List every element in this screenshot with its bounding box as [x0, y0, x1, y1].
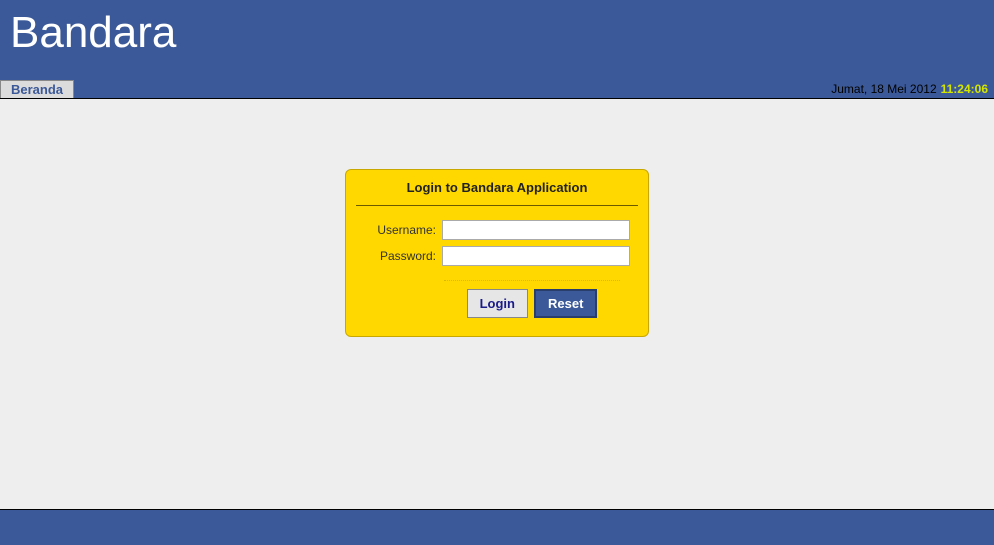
password-input[interactable]: [442, 246, 630, 266]
password-label: Password:: [364, 249, 442, 263]
username-label: Username:: [364, 223, 442, 237]
username-input[interactable]: [442, 220, 630, 240]
time-text: 11:24:06: [941, 82, 988, 96]
navbar: Beranda Jumat, 18 Mei 2012 11:24:06: [0, 80, 994, 99]
datetime-display: Jumat, 18 Mei 2012 11:24:06: [825, 80, 994, 98]
date-text: Jumat, 18 Mei 2012: [831, 82, 936, 96]
password-input-wrap: [442, 246, 630, 266]
header: Bandara: [0, 0, 994, 80]
login-form: Username: Password: Login Reset: [346, 206, 648, 336]
app-title: Bandara: [10, 8, 984, 58]
password-row: Password:: [364, 246, 630, 266]
username-input-wrap: [442, 220, 630, 240]
footer: [0, 509, 994, 545]
reset-button[interactable]: Reset: [534, 289, 597, 318]
login-button[interactable]: Login: [467, 289, 528, 318]
main-content: Login to Bandara Application Username: P…: [0, 99, 994, 509]
login-box: Login to Bandara Application Username: P…: [345, 169, 649, 337]
username-row: Username:: [364, 220, 630, 240]
button-row: Login Reset: [444, 280, 620, 318]
login-title: Login to Bandara Application: [356, 170, 638, 206]
nav-tab-beranda[interactable]: Beranda: [0, 80, 74, 98]
